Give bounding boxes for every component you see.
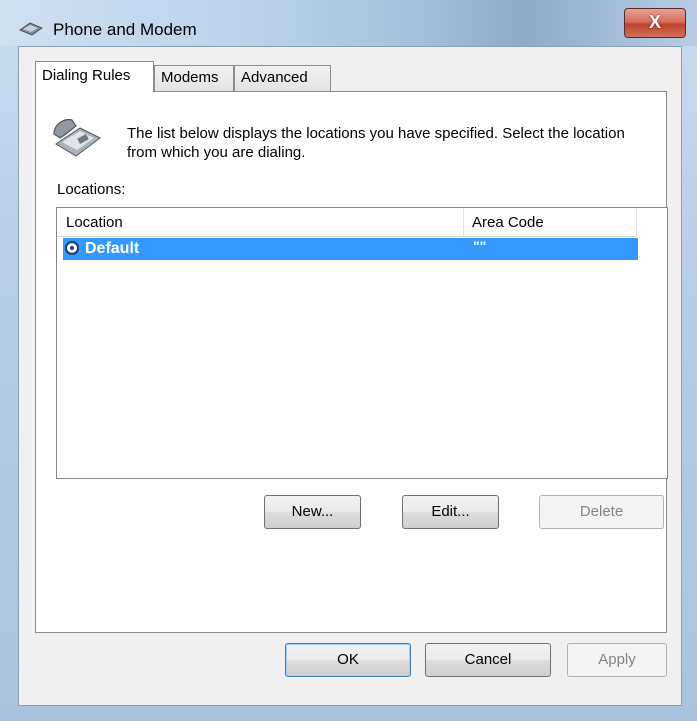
intro-text: The list below displays the locations yo… [127, 125, 625, 161]
apply-button[interactable]: Apply [567, 643, 667, 677]
phone-modem-dialog: Phone and Modem X Dialing Rules Modems A… [0, 0, 697, 721]
cancel-button[interactable]: Cancel [425, 643, 551, 677]
column-divider[interactable] [463, 208, 464, 236]
area-code-value: "" [473, 238, 487, 254]
ok-button[interactable]: OK [285, 643, 411, 677]
location-name: Default [85, 240, 140, 257]
tab-advanced[interactable]: Advanced [234, 65, 331, 91]
phone-modem-icon [19, 22, 43, 36]
dialing-rules-panel: The list below displays the locations yo… [35, 91, 668, 633]
column-divider[interactable] [636, 208, 637, 236]
telephone-icon [53, 119, 101, 157]
close-button[interactable]: X [624, 8, 686, 38]
edit-button[interactable]: Edit... [402, 495, 499, 529]
tab-modems[interactable]: Modems [154, 65, 234, 91]
column-location[interactable]: Location [66, 214, 123, 231]
new-button[interactable]: New... [264, 495, 361, 529]
title-bar[interactable]: Phone and Modem X [0, 0, 697, 46]
list-header: Location Area Code [57, 208, 637, 237]
dialog-client: Dialing Rules Modems Advanced The list b… [18, 46, 682, 706]
locations-label: Locations: [57, 181, 126, 198]
delete-button[interactable]: Delete [539, 495, 664, 529]
list-item[interactable]: Default "" [63, 238, 638, 260]
locations-list[interactable]: Location Area Code Default "" [56, 207, 668, 479]
tab-dialing-rules[interactable]: Dialing Rules [35, 61, 154, 92]
location-radio-icon [65, 241, 79, 255]
column-area-code[interactable]: Area Code [472, 214, 544, 231]
window-title: Phone and Modem [53, 20, 197, 39]
